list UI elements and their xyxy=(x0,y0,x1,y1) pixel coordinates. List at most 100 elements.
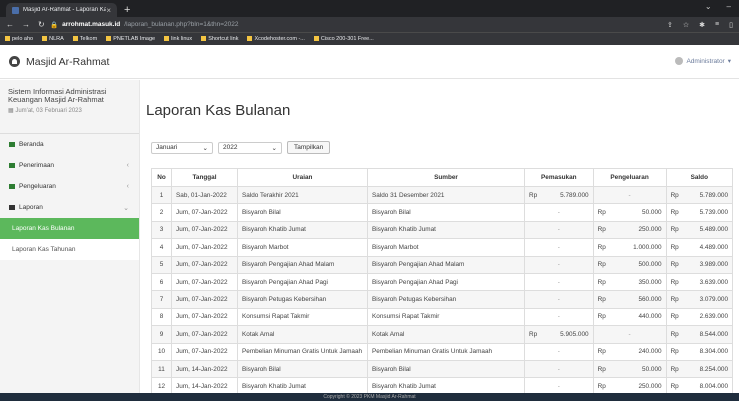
cell-sumber: Bisyaroh Petugas Kebersihan xyxy=(367,290,525,309)
col-pemasukan: Pemasukan xyxy=(524,168,594,187)
app-name[interactable]: Masjid Ar-Rahmat xyxy=(26,56,109,68)
cell-saldo-currency: Rp xyxy=(665,220,681,240)
cell-pengeluaran-currency: Rp xyxy=(592,342,608,361)
cell-no: 9 xyxy=(151,325,172,344)
folder-icon xyxy=(9,184,15,189)
bookmark-item[interactable]: Xcodehoster.com -... xyxy=(247,36,305,42)
cell-pemasukan: - xyxy=(524,203,594,222)
col-saldo: Saldo xyxy=(665,168,734,187)
col-pengeluaran: Pengeluaran xyxy=(592,168,667,187)
cell-saldo-currency: Rp xyxy=(665,307,681,327)
sidebar-item-penerimaan[interactable]: Penerimaan ‹ xyxy=(0,155,139,176)
cell-tanggal: Jum, 07-Jan-2022 xyxy=(171,290,238,309)
table-row: 4 Jum, 07-Jan-2022 Bisyaroh Marbot Bisyaroh… xyxy=(151,238,734,257)
cell-pemasukan: - xyxy=(524,238,594,257)
cell-pengeluaran: - xyxy=(592,185,667,205)
cell-saldo-currency: Rp xyxy=(665,290,681,309)
cell-pengeluaran: 350.000 xyxy=(607,272,667,292)
year-select[interactable]: 2022 ⌄ xyxy=(218,141,282,154)
book-icon xyxy=(9,205,15,210)
cell-tanggal: Jum, 07-Jan-2022 xyxy=(171,203,238,222)
cell-no: 2 xyxy=(151,203,172,222)
cell-pemasukan: - xyxy=(524,220,594,240)
star-icon[interactable]: ☆ xyxy=(683,21,689,29)
cell-pemasukan: - xyxy=(524,255,594,274)
cell-saldo-currency: Rp xyxy=(665,203,681,222)
back-icon[interactable]: ← xyxy=(6,20,14,29)
bookmark-item[interactable]: link linux xyxy=(164,36,192,42)
menu-icon[interactable]: ≡ xyxy=(715,21,719,29)
cell-pemasukan: 5.905.000 xyxy=(538,325,594,344)
cell-no: 10 xyxy=(151,342,172,361)
sidebar-subitem-kas-bulanan[interactable]: Laporan Kas Bulanan xyxy=(0,218,139,239)
table-row: 11 Jum, 14-Jan-2022 Bisyaroh Bilal Bisyaroh… xyxy=(151,359,734,379)
cell-sumber: Bisyaroh Khatib Jumat xyxy=(367,220,525,240)
new-tab-button[interactable]: + xyxy=(124,3,130,17)
chevron-down-icon: ⌄ xyxy=(271,144,277,152)
page-title: Laporan Kas Bulanan xyxy=(146,102,291,119)
cell-saldo: 2.639.000 xyxy=(680,307,734,327)
col-tanggal: Tanggal xyxy=(171,168,238,187)
cell-sumber: Bisyaroh Bilal xyxy=(367,359,525,379)
tampilkan-button[interactable]: Tampilkan xyxy=(287,141,331,154)
bookmark-item[interactable]: Shortcut link xyxy=(201,36,238,42)
tab-close-icon[interactable]: × xyxy=(106,6,111,15)
share-icon[interactable]: ⇪ xyxy=(667,21,673,29)
cell-tanggal: Jum, 07-Jan-2022 xyxy=(171,325,238,344)
cell-tanggal: Jum, 07-Jan-2022 xyxy=(171,238,238,257)
cell-sumber: Bisyaroh Marbot xyxy=(367,238,525,257)
filter-bar: Januari ⌄ 2022 ⌄ Tampilkan xyxy=(151,141,331,154)
cell-no: 11 xyxy=(151,359,172,379)
url-field[interactable]: 🔒 arrohmat.masuk.id/laporan_bulanan.php?… xyxy=(50,21,667,29)
cell-saldo: 3.639.000 xyxy=(680,272,734,292)
chevron-down-icon[interactable]: ⌄ xyxy=(705,2,712,11)
sidebar-item-laporan[interactable]: Laporan ⌄ xyxy=(0,197,139,218)
table-row: 9 Jum, 07-Jan-2022 Kotak Amal Kotak Amal Rp 5… xyxy=(151,325,734,344)
cell-no: 8 xyxy=(151,307,172,327)
cell-uraian: Bisyaroh Pengajian Ahad Pagi xyxy=(237,272,368,292)
table-row: 8 Jum, 07-Jan-2022 Konsumsi Rapat Takmir Ko… xyxy=(151,307,734,327)
minimize-icon[interactable]: – xyxy=(727,2,731,11)
cell-tanggal: Sab, 01-Jan-2022 xyxy=(171,185,238,205)
table-row: 5 Jum, 07-Jan-2022 Bisyaroh Pengajian Ahad… xyxy=(151,255,734,274)
app-header: Masjid Ar-Rahmat Administrator ▾ xyxy=(0,45,739,79)
address-bar-row: ← → ↻ 🔒 arrohmat.masuk.id/laporan_bulana… xyxy=(0,17,739,32)
table-row: 3 Jum, 07-Jan-2022 Bisyaroh Khatib Jumat Bi… xyxy=(151,220,734,240)
bookmark-item[interactable]: NLRA xyxy=(42,36,64,42)
bookmark-item[interactable]: Telkom xyxy=(72,36,97,42)
cell-pengeluaran-currency: Rp xyxy=(592,220,608,240)
sidepanel-icon[interactable]: ▯ xyxy=(729,21,733,29)
cell-saldo: 4.489.000 xyxy=(680,238,734,257)
cell-saldo-currency: Rp xyxy=(665,359,681,379)
cell-pengeluaran: 50.000 xyxy=(607,359,667,379)
cell-uraian: Konsumsi Rapat Takmir xyxy=(237,307,368,327)
user-menu[interactable]: Administrator ▾ xyxy=(675,57,731,65)
month-select[interactable]: Januari ⌄ xyxy=(151,141,213,154)
bookmark-item[interactable]: pelo aho xyxy=(5,36,33,42)
col-sumber: Sumber xyxy=(367,168,525,187)
table-row: 1 Sab, 01-Jan-2022 Saldo Terakhir 2021 Sald… xyxy=(151,185,734,205)
extensions-icon[interactable]: ✱ xyxy=(699,21,705,29)
sidebar-item-beranda[interactable]: Beranda xyxy=(0,134,139,155)
sidebar-subitem-kas-tahunan[interactable]: Laporan Kas Tahunan xyxy=(0,239,139,260)
cell-saldo: 8.304.000 xyxy=(680,342,734,361)
cell-pengeluaran: 440.000 xyxy=(607,307,667,327)
forward-icon[interactable]: → xyxy=(22,20,30,29)
footer: Copyright © 2023 PKM Masjid Ar-Rahmat xyxy=(0,393,739,401)
cell-saldo: 8.544.000 xyxy=(680,325,734,344)
cell-no: 6 xyxy=(151,272,172,292)
browser-tab[interactable]: Masjid Ar-Rahmat - Laporan Kas × xyxy=(6,3,117,17)
bookmark-item[interactable]: Cisco 200-301 Free... xyxy=(313,36,374,42)
cell-uraian: Bisyaroh Bilal xyxy=(237,359,368,379)
cell-tanggal: Jum, 07-Jan-2022 xyxy=(171,255,238,274)
bookmark-item[interactable]: PNETLAB Image xyxy=(106,36,155,42)
chevron-down-icon: ⌄ xyxy=(202,144,208,152)
cell-pemasukan: - xyxy=(524,307,594,327)
system-title: Sistem Informasi Administrasi Keuangan M… xyxy=(8,87,107,104)
sidebar-item-pengeluaran[interactable]: Pengeluaran ‹ xyxy=(0,176,139,197)
cell-pengeluaran: 240.000 xyxy=(607,342,667,361)
reload-icon[interactable]: ↻ xyxy=(38,20,45,29)
cell-pengeluaran-currency: Rp xyxy=(592,255,608,274)
cell-sumber: Saldo 31 Desember 2021 xyxy=(367,185,525,205)
cell-uraian: Bisyaroh Petugas Kebersihan xyxy=(237,290,368,309)
